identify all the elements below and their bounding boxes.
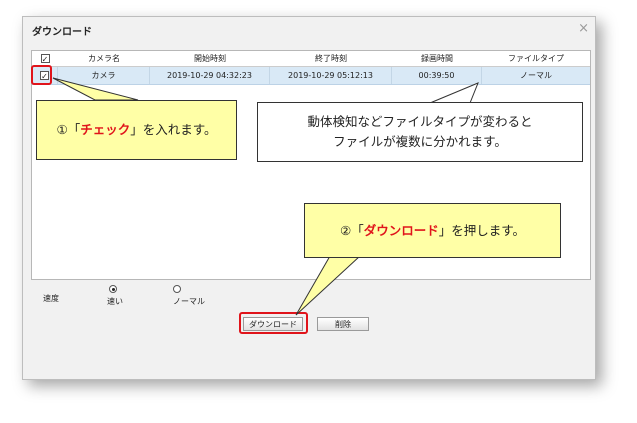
- check-callout-text: ①「チェック」を入れます。: [56, 122, 217, 137]
- check-callout-pointer: [52, 77, 139, 101]
- filetype-callout: 動体検知などファイルタイプが変わると ファイルが複数に分かれます。: [257, 102, 583, 162]
- download-callout-text: ②「ダウンロード」を押します。: [340, 222, 525, 238]
- filetype-callout-line2: ファイルが複数に分かれます。: [333, 134, 507, 149]
- download-callout: ②「ダウンロード」を押します。: [304, 203, 561, 258]
- download-callout-emphasis: ダウンロード: [363, 222, 439, 238]
- filetype-callout-pointer: [429, 82, 479, 104]
- filetype-callout-line1: 動体検知などファイルタイプが変わると: [307, 114, 533, 129]
- download-callout-pointer: [295, 255, 362, 316]
- check-callout: ①「チェック」を入れます。: [36, 100, 237, 160]
- check-callout-emphasis: チェック: [80, 122, 131, 137]
